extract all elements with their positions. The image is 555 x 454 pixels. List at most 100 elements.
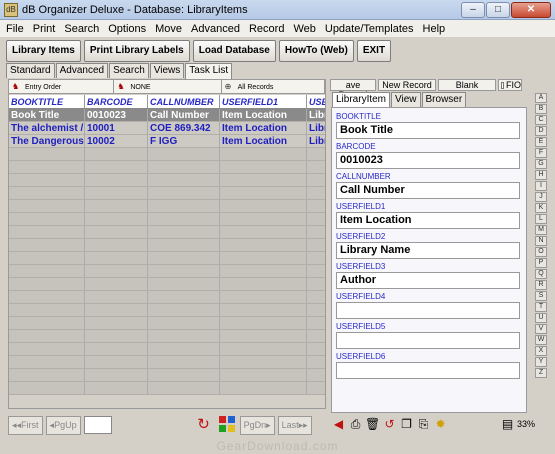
letter-r[interactable]: R xyxy=(535,280,547,290)
letter-x[interactable]: X xyxy=(535,346,547,356)
userfield6-field[interactable] xyxy=(336,362,520,379)
letter-m[interactable]: M xyxy=(535,225,547,235)
letter-i[interactable]: I xyxy=(535,181,547,191)
letter-o[interactable]: O xyxy=(535,247,547,257)
load-database-button[interactable]: Load Database xyxy=(192,40,276,62)
undo-icon[interactable]: ↺ xyxy=(382,416,397,433)
new-record-button[interactable]: New Record xyxy=(378,79,436,91)
page-icon[interactable]: ▤ xyxy=(500,416,515,433)
print-icon[interactable]: ⎙ xyxy=(348,416,363,433)
letter-j[interactable]: J xyxy=(535,192,547,202)
column-header-userfield2[interactable]: USE xyxy=(307,95,325,108)
letter-d[interactable]: D xyxy=(535,126,547,136)
tab-advanced[interactable]: Advanced xyxy=(55,63,109,78)
menu-web[interactable]: Web xyxy=(293,23,315,35)
tab-browser[interactable]: Browser xyxy=(421,92,467,107)
column-header-booktitle[interactable]: BOOKTITLE xyxy=(9,95,85,108)
refresh-icon[interactable]: ↻ xyxy=(194,415,214,435)
table-row[interactable]: The Dangerous E 10002 F IGG Item Locatio… xyxy=(9,135,325,148)
pgup-button[interactable]: ◂PgUp xyxy=(45,415,81,435)
tab-standard[interactable]: Standard xyxy=(6,63,55,78)
save-record-button[interactable]: ave Record xyxy=(330,79,376,100)
column-header-barcode[interactable]: BARCODE xyxy=(85,95,148,108)
letter-l[interactable]: L xyxy=(535,214,547,224)
menu-update-templates[interactable]: Update/Templates xyxy=(325,23,414,35)
letter-z[interactable]: Z xyxy=(535,368,547,378)
letter-e[interactable]: E xyxy=(535,137,547,147)
empty-table-cell xyxy=(307,226,325,238)
letter-n[interactable]: N xyxy=(535,236,547,246)
table-cell: Libr xyxy=(307,122,325,134)
letter-f[interactable]: F xyxy=(535,148,547,158)
table-row[interactable]: The alchemist / S 10001 COE 869.342 Item… xyxy=(9,122,325,135)
menu-advanced[interactable]: Advanced xyxy=(191,23,240,35)
letter-g[interactable]: G xyxy=(535,159,547,169)
first-button[interactable]: ◂◂First xyxy=(8,415,43,435)
menu-print[interactable]: Print xyxy=(33,23,56,35)
library-items-button[interactable]: Library Items xyxy=(6,40,81,62)
howto-web-button[interactable]: HowTo (Web) xyxy=(278,40,354,62)
userfield2-field[interactable]: Library Name xyxy=(336,242,520,259)
close-button[interactable]: ✕ xyxy=(511,2,551,18)
letter-p[interactable]: P xyxy=(535,258,547,268)
color-grid-icon[interactable] xyxy=(217,415,237,435)
tab-views[interactable]: Views xyxy=(149,63,185,78)
maximize-button[interactable]: □ xyxy=(486,2,510,18)
blank-button[interactable]: Blank xyxy=(438,79,496,91)
callnumber-field[interactable]: Call Number xyxy=(336,182,520,199)
userfield3-field[interactable]: Author xyxy=(336,272,520,289)
menu-record[interactable]: Record xyxy=(249,23,284,35)
trash-icon[interactable]: 🗑 xyxy=(365,416,380,433)
copy-record-icon[interactable]: ❐ xyxy=(399,416,414,433)
letter-t[interactable]: T xyxy=(535,302,547,312)
tab-view[interactable]: View xyxy=(391,92,421,107)
menu-move[interactable]: Move xyxy=(155,23,182,35)
letter-h[interactable]: H xyxy=(535,170,547,180)
userfield4-field[interactable] xyxy=(336,302,520,319)
letter-a[interactable]: A xyxy=(535,93,547,103)
column-header-userfield1[interactable]: USERFIELD1 xyxy=(220,95,307,108)
letter-b[interactable]: B xyxy=(535,104,547,114)
userfield5-field[interactable] xyxy=(336,332,520,349)
last-button[interactable]: Last▸▸ xyxy=(277,415,312,435)
column-header-callnumber[interactable]: CALLNUMBER xyxy=(148,95,220,108)
minimize-button[interactable]: – xyxy=(461,2,485,18)
letter-w[interactable]: W xyxy=(535,335,547,345)
sort-order-selector[interactable]: ♞ Entry Order xyxy=(9,80,115,94)
barcode-field[interactable]: 0010023 xyxy=(336,152,520,169)
print-library-labels-button[interactable]: Print Library Labels xyxy=(83,40,190,62)
booktitle-field[interactable]: Book Title xyxy=(336,122,520,139)
empty-table-cell xyxy=(148,317,220,329)
tab-task-list[interactable]: Task List xyxy=(185,63,233,79)
letter-s[interactable]: S xyxy=(535,291,547,301)
records-selector[interactable]: ⊕ All Records xyxy=(222,80,325,94)
table-row[interactable]: Book Title 0010023 Call Number Item Loca… xyxy=(9,109,325,122)
filter-selector[interactable]: ♞ NONE xyxy=(114,80,222,94)
record-number-input[interactable] xyxy=(83,416,112,434)
fio-toggle[interactable]: FIO xyxy=(498,79,522,91)
table-cell: Book Title xyxy=(9,109,85,121)
letter-v[interactable]: V xyxy=(535,324,547,334)
tab-libraryitem[interactable]: LibraryItem xyxy=(332,92,391,107)
paste-record-icon[interactable]: ⎘ xyxy=(416,416,431,433)
letter-y[interactable]: Y xyxy=(535,357,547,367)
records-label: All Records xyxy=(237,83,274,91)
letter-u[interactable]: U xyxy=(535,313,547,323)
letter-c[interactable]: C xyxy=(535,115,547,125)
table-cell: Libr xyxy=(307,135,325,147)
field-label-userfield2: USERFIELD2 xyxy=(336,232,386,241)
empty-table-cell xyxy=(220,174,307,186)
back-arrow-icon[interactable]: ◀ xyxy=(331,416,346,433)
menu-options[interactable]: Options xyxy=(108,23,146,35)
exit-button[interactable]: EXIT xyxy=(356,40,392,62)
tab-search[interactable]: Search xyxy=(109,63,149,78)
menu-file[interactable]: File xyxy=(6,23,24,35)
userfield1-field[interactable]: Item Location xyxy=(336,212,520,229)
bulb-icon[interactable]: ✹ xyxy=(433,416,448,433)
fio-checkbox[interactable] xyxy=(501,81,504,89)
letter-q[interactable]: Q xyxy=(535,269,547,279)
menu-search[interactable]: Search xyxy=(64,23,99,35)
letter-k[interactable]: K xyxy=(535,203,547,213)
menu-help[interactable]: Help xyxy=(423,23,446,35)
pgdn-button[interactable]: PgDn▸ xyxy=(239,415,275,435)
